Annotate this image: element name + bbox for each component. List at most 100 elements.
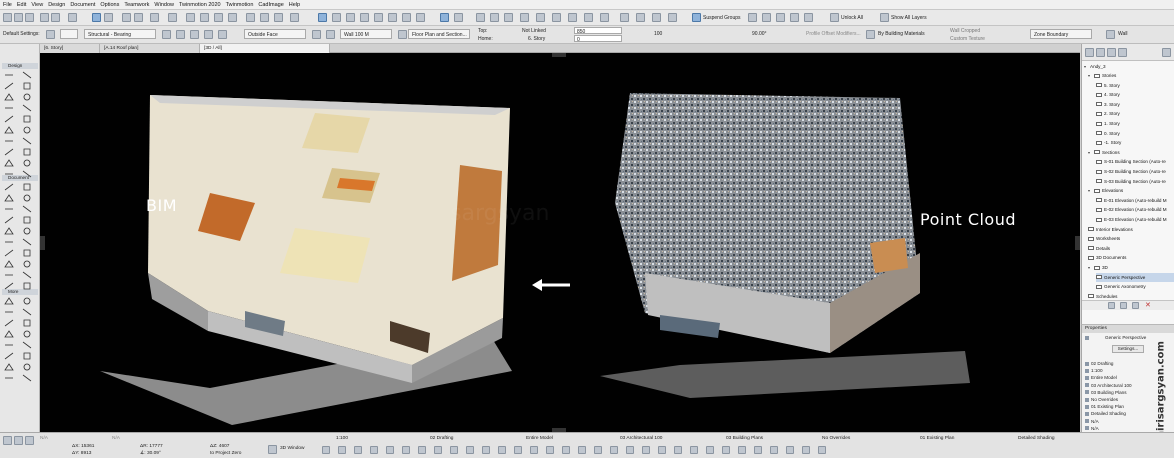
toolbox-tool-icon[interactable] — [22, 183, 32, 191]
to-project-zero[interactable]: to Project Zero — [210, 451, 241, 456]
quick-option-icon[interactable] — [770, 446, 778, 454]
menu-edit[interactable]: Edit — [17, 2, 26, 8]
property-row[interactable]: 1:100 — [1085, 368, 1103, 373]
toolbox-tool-icon[interactable] — [22, 205, 32, 213]
navigator-item[interactable]: Schedules — [1088, 292, 1174, 301]
quick-option-icon[interactable] — [450, 446, 458, 454]
surface-icon[interactable] — [584, 13, 593, 22]
toolbox-tool-icon[interactable] — [4, 341, 14, 349]
zoom-in-icon[interactable] — [476, 13, 485, 22]
toolbox-tool-icon[interactable] — [22, 319, 32, 327]
view-map-icon[interactable] — [1096, 48, 1105, 57]
open-file-icon[interactable] — [14, 13, 23, 22]
toolbox-tool-icon[interactable] — [4, 363, 14, 371]
view-tab[interactable]: [3D / All] — [200, 44, 330, 53]
geometry-dropdown[interactable] — [60, 29, 78, 39]
toolbox-tool-icon[interactable] — [22, 137, 32, 145]
toolbox-tool-icon[interactable] — [22, 238, 32, 246]
navigator-folder[interactable]: ▾ Stories — [1088, 71, 1174, 80]
toolbox-tool-icon[interactable] — [22, 363, 32, 371]
explore-icon[interactable] — [454, 13, 463, 22]
property-row[interactable]: 03 Architectural 100 — [1085, 383, 1132, 388]
pet-palette-icon[interactable] — [68, 13, 77, 22]
quick-option-icon[interactable] — [610, 446, 618, 454]
curved-icon[interactable] — [204, 30, 213, 39]
toolbox-tool-icon[interactable] — [4, 82, 14, 90]
toolbox-tool-icon[interactable] — [4, 71, 14, 79]
quick-option-icon[interactable] — [370, 446, 378, 454]
zoom-out-icon[interactable] — [490, 13, 499, 22]
toolbox-tool-icon[interactable] — [4, 93, 14, 101]
toolbox-tool-icon[interactable] — [22, 352, 32, 360]
toolbox-tool-icon[interactable] — [22, 308, 32, 316]
delete-view-icon[interactable]: ✕ — [1145, 301, 1151, 309]
split-icon[interactable] — [402, 13, 411, 22]
toolbox-tool-icon[interactable] — [22, 216, 32, 224]
layers-icon[interactable] — [186, 13, 195, 22]
toolbox-tool-icon[interactable] — [4, 104, 14, 112]
profile-offset-button[interactable]: Profile Offset Modifiers... — [806, 31, 861, 37]
group-icon[interactable] — [748, 13, 757, 22]
save-icon[interactable] — [25, 13, 34, 22]
toolbox-tool-icon[interactable] — [22, 330, 32, 338]
toolbox-tool-icon[interactable] — [4, 238, 14, 246]
toolbox-tool-icon[interactable] — [4, 352, 14, 360]
offset-field[interactable]: 0 — [574, 35, 622, 42]
reserve-icon[interactable] — [228, 13, 237, 22]
navigator-item[interactable]: 2. Story — [1096, 109, 1174, 118]
suspend-groups-icon[interactable] — [692, 13, 701, 22]
quick-option-icon[interactable] — [338, 446, 346, 454]
toolbox-tool-icon[interactable] — [22, 104, 32, 112]
quick-option-icon[interactable] — [514, 446, 522, 454]
toolbox-tool-icon[interactable] — [4, 115, 14, 123]
quick-option-icon[interactable] — [626, 446, 634, 454]
mirror-icon[interactable] — [360, 13, 369, 22]
toolbox-tool-icon[interactable] — [4, 148, 14, 156]
navigator-item[interactable]: S-02 Building Section (Auto-re — [1096, 167, 1174, 176]
rotate-icon[interactable] — [346, 13, 355, 22]
resize-icon[interactable] — [388, 13, 397, 22]
toolbox-tool-icon[interactable] — [4, 282, 14, 290]
rectangle-icon[interactable] — [190, 30, 199, 39]
toolbox-tool-icon[interactable] — [22, 71, 32, 79]
expand-caret-icon[interactable]: ▾ — [1088, 188, 1092, 193]
menu-design[interactable]: Design — [48, 2, 65, 8]
existing-readout[interactable]: 01 Existing Plan — [920, 436, 954, 441]
undo-icon[interactable] — [40, 13, 49, 22]
quick-option-icon[interactable] — [722, 446, 730, 454]
show-layers-icon[interactable] — [880, 13, 889, 22]
navigator-item[interactable]: Interior Elevations — [1088, 225, 1174, 234]
settings-icon[interactable] — [46, 30, 55, 39]
menu-document[interactable]: Document — [70, 2, 95, 8]
floor-plan-section-button[interactable]: Floor Plan and Section... — [408, 29, 470, 39]
new-file-icon[interactable] — [3, 13, 12, 22]
toolbox-tool-icon[interactable] — [22, 148, 32, 156]
toolbox-tool-icon[interactable] — [4, 205, 14, 213]
3d-viewport[interactable]: BIM Point Cloud sargsyan — [40, 53, 1080, 432]
toolbox-tool-icon[interactable] — [4, 271, 14, 279]
quick-option-icon[interactable] — [578, 446, 586, 454]
navigator-item[interactable]: Details — [1088, 244, 1174, 253]
suspend-groups-label[interactable]: Suspend Groups — [703, 15, 741, 21]
arch-readout[interactable]: 03 Architectural 100 — [620, 436, 662, 441]
quick-option-icon[interactable] — [434, 446, 442, 454]
pen-set-icon[interactable] — [200, 13, 209, 22]
quick-option-icon[interactable] — [530, 446, 538, 454]
teamwork-icon[interactable] — [214, 13, 223, 22]
expand-caret-icon[interactable]: ▾ — [1088, 73, 1092, 78]
toolbox-tool-icon[interactable] — [22, 194, 32, 202]
grid-icon[interactable] — [150, 13, 159, 22]
adjust-icon[interactable] — [416, 13, 425, 22]
scale-readout[interactable]: 1:100 — [336, 436, 348, 441]
intersect-icon[interactable] — [636, 13, 645, 22]
thickness-value[interactable]: 100 — [654, 31, 662, 37]
fit-window-icon[interactable] — [504, 13, 513, 22]
roof-type-icon[interactable] — [568, 13, 577, 22]
angle-value[interactable]: 90.00° — [752, 31, 767, 37]
wall-type-icon[interactable] — [536, 13, 545, 22]
align-icon[interactable] — [804, 13, 813, 22]
layout-book-icon[interactable] — [1107, 48, 1116, 57]
3d-window-label[interactable]: 3D Window — [280, 446, 305, 451]
material-icon[interactable] — [866, 30, 875, 39]
elevation-icon[interactable] — [260, 13, 269, 22]
